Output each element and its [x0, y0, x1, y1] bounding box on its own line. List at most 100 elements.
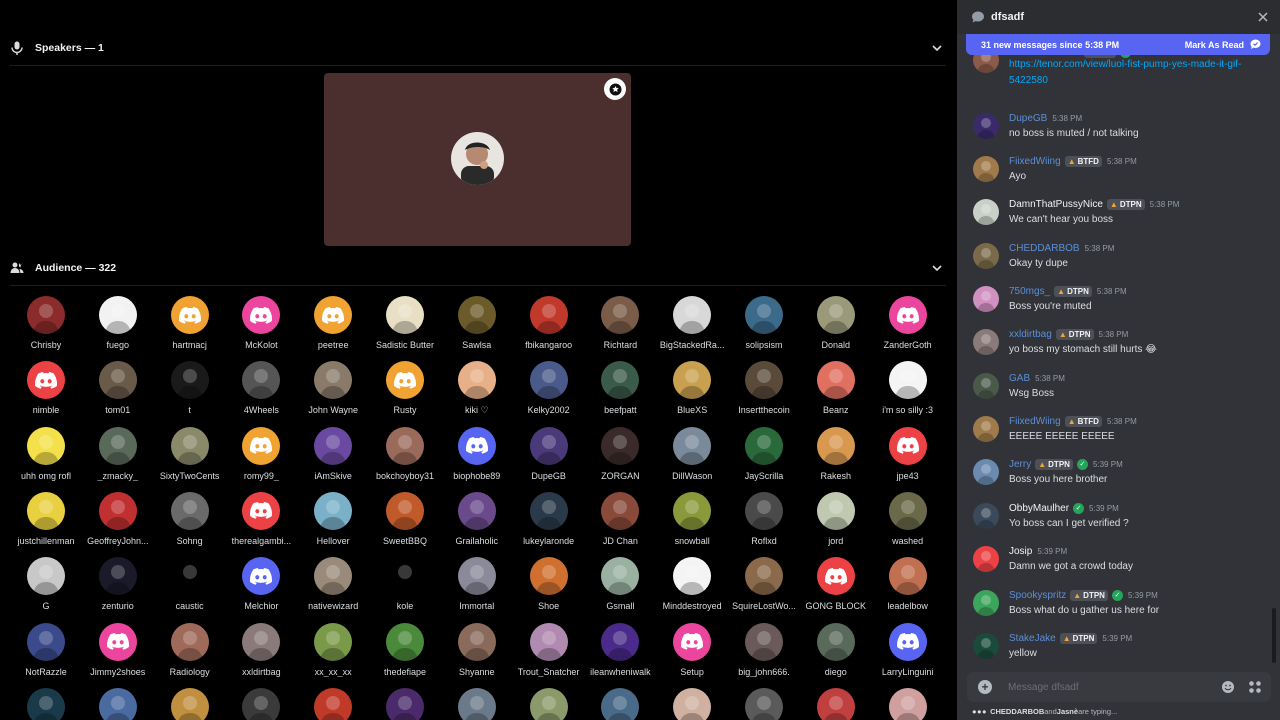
- emoji-icon[interactable]: [1221, 680, 1235, 694]
- audience-member[interactable]: John Wayne: [297, 361, 369, 415]
- audience-member[interactable]: BigStackedRa...: [656, 296, 728, 350]
- apps-grid-icon[interactable]: [1248, 680, 1262, 694]
- avatar[interactable]: [745, 687, 783, 720]
- avatar[interactable]: [973, 503, 999, 529]
- chat-message[interactable]: Josip 5:39 PM Damn we got a crowd today: [957, 544, 1267, 578]
- avatar[interactable]: [888, 557, 927, 596]
- discord-logo-icon[interactable]: [242, 491, 281, 530]
- avatar[interactable]: [457, 622, 496, 661]
- chat-message[interactable]: ObbyMaulher ✓ 5:39 PM Yo boss can I get ver…: [957, 501, 1267, 535]
- avatar[interactable]: [98, 361, 137, 400]
- avatar[interactable]: [98, 296, 137, 334]
- avatar[interactable]: [27, 687, 65, 720]
- audience-member[interactable]: Rusty: [369, 361, 441, 415]
- avatar[interactable]: [314, 687, 353, 720]
- avatar[interactable]: [170, 622, 209, 661]
- avatar[interactable]: [457, 557, 496, 596]
- avatar[interactable]: [673, 687, 712, 720]
- avatar[interactable]: [170, 687, 209, 720]
- avatar[interactable]: [98, 687, 137, 720]
- audience-member[interactable]: nimble: [10, 361, 82, 415]
- audience-member[interactable]: Setup: [656, 622, 728, 677]
- audience-member[interactable]: bokchoyboy31: [369, 426, 441, 481]
- audience-member[interactable]: Hellover: [297, 491, 369, 546]
- chat-message[interactable]: StakeJake ▲ DTPN 5:39 PM yellow: [957, 631, 1267, 665]
- message-list[interactable]: FleshwaterLake▲PRL✓5:38 PMhttps://tenor.…: [957, 0, 1280, 668]
- audience-member[interactable]: Trout_Snatcher: [513, 622, 585, 677]
- add-attachment-icon[interactable]: +: [978, 680, 992, 694]
- audience-member[interactable]: kiki ♡: [441, 361, 513, 416]
- message-author[interactable]: ObbyMaulher: [1009, 503, 1069, 514]
- avatar[interactable]: [745, 296, 783, 334]
- message-link[interactable]: https://tenor.com/view/luol-fist-pump-ye…: [1009, 57, 1259, 89]
- chat-message[interactable]: 750mgs_ ▲ DTPN 5:38 PM Boss you're muted: [957, 284, 1267, 318]
- avatar[interactable]: [27, 622, 65, 661]
- mark-read-icon[interactable]: [1249, 38, 1262, 51]
- avatar[interactable]: [601, 296, 640, 334]
- avatar[interactable]: [745, 491, 783, 530]
- avatar[interactable]: [673, 557, 712, 596]
- avatar[interactable]: [816, 687, 855, 720]
- avatar[interactable]: [816, 491, 855, 530]
- discord-logo-icon[interactable]: [242, 557, 281, 596]
- audience-member[interactable]: JayScrilla: [728, 426, 800, 481]
- audience-member[interactable]: [225, 687, 297, 720]
- audience-member[interactable]: Insertthecoin: [728, 361, 800, 415]
- chat-message[interactable]: Spookyspritz ▲ DTPN ✓ 5:39 PM Boss what do u …: [957, 588, 1267, 622]
- chat-scrollbar[interactable]: [1272, 608, 1276, 663]
- avatar[interactable]: [973, 633, 999, 659]
- discord-logo-icon[interactable]: [242, 426, 281, 465]
- server-tag-badge[interactable]: ▲ DTPN: [1070, 589, 1108, 601]
- server-tag-badge[interactable]: ▲ DTPN: [1054, 285, 1092, 297]
- audience-member[interactable]: DupeGB: [513, 426, 585, 481]
- avatar[interactable]: [673, 491, 712, 530]
- avatar[interactable]: [745, 361, 783, 400]
- audience-member[interactable]: justchillenman: [10, 491, 82, 546]
- audience-member[interactable]: Shoe: [513, 557, 585, 611]
- chat-message[interactable]: DupeGB 5:38 PM no boss is muted / not talk…: [957, 111, 1267, 145]
- audience-member[interactable]: zenturio: [82, 557, 154, 611]
- audience-member[interactable]: [800, 687, 872, 720]
- avatar[interactable]: [314, 491, 353, 530]
- avatar[interactable]: [529, 687, 568, 720]
- audience-member[interactable]: [441, 687, 513, 720]
- discord-logo-icon[interactable]: [888, 296, 927, 334]
- avatar[interactable]: [529, 557, 568, 596]
- avatar[interactable]: [745, 426, 783, 465]
- avatar[interactable]: [242, 622, 281, 661]
- avatar[interactable]: [170, 491, 209, 530]
- audience-member[interactable]: JD Chan: [584, 491, 656, 546]
- message-author[interactable]: FiixedWiing: [1009, 416, 1061, 427]
- audience-member[interactable]: jord: [800, 491, 872, 546]
- audience-member[interactable]: xx_xx_xx: [297, 622, 369, 677]
- avatar[interactable]: [673, 426, 712, 465]
- avatar[interactable]: [973, 156, 999, 182]
- avatar[interactable]: [673, 296, 712, 334]
- avatar[interactable]: [170, 426, 209, 465]
- audience-member[interactable]: Minddestroyed: [656, 557, 728, 611]
- message-author[interactable]: FiixedWiing: [1009, 156, 1061, 167]
- audience-member[interactable]: uhh omg rofl: [10, 426, 82, 481]
- avatar[interactable]: [816, 361, 855, 400]
- discord-logo-icon[interactable]: [888, 622, 927, 661]
- discord-logo-icon[interactable]: [673, 622, 712, 661]
- avatar[interactable]: [973, 373, 999, 399]
- discord-logo-icon[interactable]: [314, 296, 353, 334]
- mark-as-read-button[interactable]: Mark As Read: [1185, 40, 1244, 50]
- discord-logo-icon[interactable]: [888, 426, 927, 465]
- audience-member[interactable]: [369, 687, 441, 720]
- discord-logo-icon[interactable]: [457, 426, 496, 465]
- audience-member[interactable]: biophobe89: [441, 426, 513, 481]
- audience-member[interactable]: lukeylaronde: [513, 491, 585, 546]
- audience-member[interactable]: DillWason: [656, 426, 728, 481]
- audience-member[interactable]: Immortal: [441, 557, 513, 611]
- speakers-section-header[interactable]: Speakers — 1: [10, 38, 946, 58]
- audience-member[interactable]: diego: [800, 622, 872, 677]
- avatar[interactable]: [816, 622, 855, 661]
- avatar[interactable]: [457, 491, 496, 530]
- message-author[interactable]: CHEDDARBOB: [1009, 243, 1080, 254]
- audience-member[interactable]: Beanz: [800, 361, 872, 415]
- discord-logo-icon[interactable]: [98, 622, 137, 661]
- audience-member[interactable]: G: [10, 557, 82, 611]
- audience-member[interactable]: ileanwheniwalk: [584, 622, 656, 677]
